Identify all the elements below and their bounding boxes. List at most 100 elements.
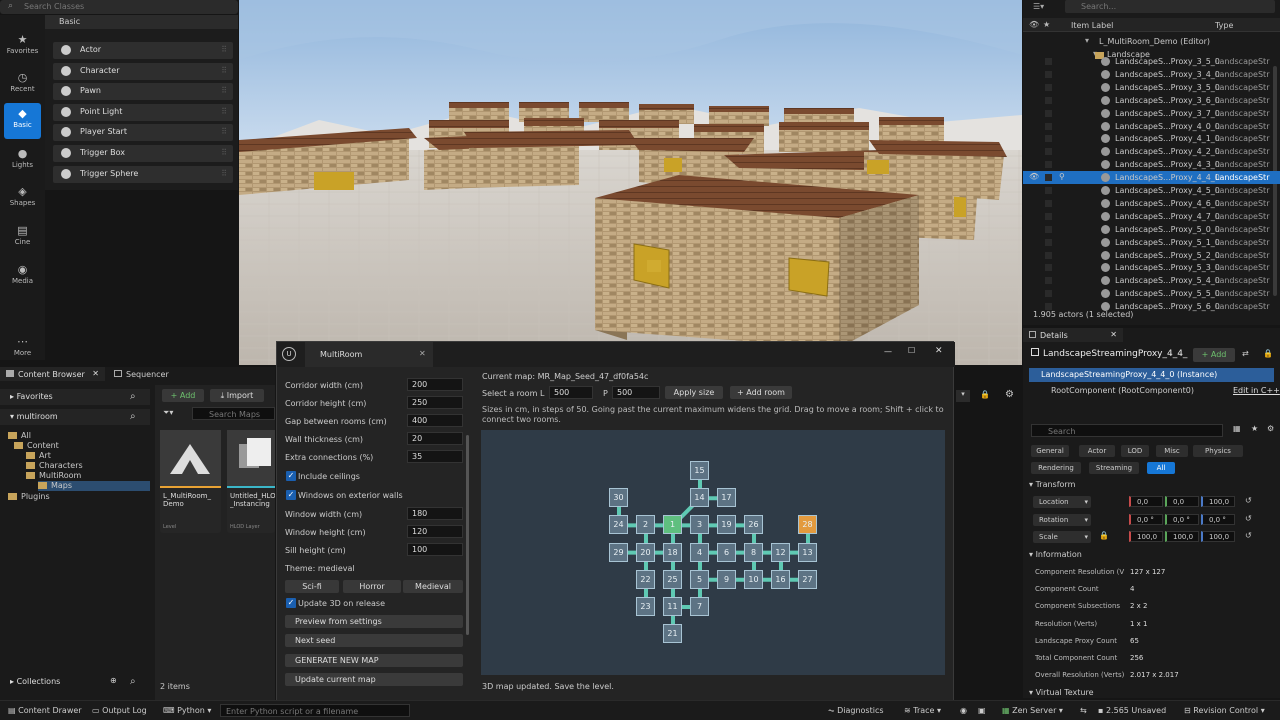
folder-plugins[interactable]: Plugins [8,492,150,502]
drag-handle-icon[interactable]: ⠿ [221,86,227,95]
room-map-canvas[interactable]: 15 30 14 17 24 2 1 3 19 26 28 29 20 18 4 6 8 12 13 22 25 5 9 10… [481,430,945,675]
filter-actor[interactable]: Actor [1079,445,1115,457]
transform-scale-y[interactable]: 100,0 [1165,531,1199,542]
setting-input[interactable]: 35 [407,450,463,463]
transform-scale-x[interactable]: 100,0 [1129,531,1163,542]
room-node[interactable]: 2 [636,515,655,535]
folder-multiroom[interactable]: MultiRoom [26,471,150,481]
transform-rotation-x[interactable]: 0,0 ° [1129,513,1163,525]
outliner-row[interactable]: 👁 ⚲ LandscapeS...Proxy_4_4_0 LandscapeStr [1023,171,1280,185]
outliner-row[interactable]: LandscapeS...Proxy_3_6_0 LandscapeStr [1023,94,1280,107]
room-width-input[interactable]: 500 [612,386,660,399]
content-drawer-button[interactable]: ▤ Content Drawer [8,706,82,715]
update-current-map-button[interactable]: Update current map [285,673,463,686]
checkbox-icon[interactable] [1045,135,1052,143]
col-type[interactable]: Type [1215,21,1233,30]
room-node[interactable]: 24 [609,515,628,535]
outliner-row[interactable]: LandscapeS...Proxy_3_4_0 LandscapeStr [1023,68,1280,81]
checkbox-icon[interactable] [1045,70,1052,78]
room-node[interactable]: 29 [609,542,628,562]
add-room-button[interactable]: + Add room [730,386,792,399]
room-node[interactable]: 21 [663,624,682,644]
outliner-row[interactable]: LandscapeS...Proxy_4_6_0 LandscapeStr [1023,197,1280,210]
setting-input[interactable]: 250 [407,396,463,409]
outliner-row[interactable]: LandscapeS...Proxy_5_2_0 LandscapeStr [1023,249,1280,262]
room-node[interactable]: 1 [663,515,682,535]
room-length-input[interactable]: 500 [549,386,593,399]
lock-icon[interactable]: 🔒 [1099,531,1109,540]
asset-tile-hlod[interactable]: Untitled_HLO _Instancing HLOD Layer [227,430,275,533]
preview-from-settings-button[interactable]: Preview from settings [285,615,463,628]
setting-input[interactable]: 120 [407,525,463,538]
dropdown-icon[interactable]: ▾ [956,390,970,402]
outliner-row[interactable]: LandscapeS...Proxy_3_5_0 LandscapeStr [1023,55,1280,68]
room-node[interactable]: 17 [717,488,736,508]
class-search-input[interactable]: Search Classes [0,0,238,14]
outliner-root[interactable]: ▾ L_MultiRoom_Demo (Editor) [1023,35,1280,48]
checkbox-icon[interactable] [1045,290,1052,298]
add-component-button[interactable]: + Add [1193,348,1235,362]
blueprint-icon[interactable]: ⇄ [1242,349,1249,358]
folder-art[interactable]: Art [26,451,150,461]
filter-misc[interactable]: Misc [1156,445,1188,457]
class-item-actor[interactable]: Actor ⠿ [53,42,233,59]
lock-icon[interactable]: 🔒 [1263,349,1273,358]
checkbox-icon[interactable] [1045,161,1052,169]
edit-cpp-link[interactable]: Edit in C++ [1233,386,1280,395]
room-node[interactable]: 10 [744,569,763,589]
outliner-row[interactable]: LandscapeS...Proxy_5_5_0 LandscapeStr [1023,287,1280,300]
folder-characters[interactable]: Characters [26,461,150,471]
record-icon[interactable]: ◉ [960,706,967,715]
settings-scrollbar[interactable] [466,435,469,635]
checkbox-icon[interactable] [1045,96,1052,104]
checkbox-icon[interactable] [1045,212,1052,220]
include-ceilings-checkbox[interactable]: ✓ [286,471,296,481]
nav-cine[interactable]: ▤ Cine [4,220,41,256]
transform-location-dropdown[interactable]: Location ▾ [1033,496,1091,508]
drag-handle-icon[interactable]: ⠿ [221,107,227,116]
folder-all[interactable]: All [8,431,150,441]
tab-sequencer[interactable]: Sequencer [108,367,178,381]
outliner-row[interactable]: LandscapeS...Proxy_4_7_0 LandscapeStr [1023,210,1280,223]
theme-sci-fi-button[interactable]: Sci-fi [285,580,339,593]
class-item-point-light[interactable]: Point Light ⠿ [53,103,233,121]
class-item-trigger-box[interactable]: Trigger Box ⠿ [53,145,233,162]
class-item-pawn[interactable]: Pawn ⠿ [53,83,233,101]
class-item-trigger-sphere[interactable]: Trigger Sphere ⠿ [53,165,233,183]
checkbox-icon[interactable] [1045,174,1052,182]
filter-all[interactable]: All [1147,462,1175,474]
checkbox-icon[interactable] [1045,187,1052,194]
theme-horror-button[interactable]: Horror [343,580,401,593]
room-node[interactable]: 30 [609,488,628,508]
filter-streaming[interactable]: Streaming [1089,462,1139,474]
transform-rotation-dropdown[interactable]: Rotation ▾ [1033,513,1091,526]
outliner-row[interactable]: LandscapeS...Proxy_5_4_0 LandscapeStr [1023,274,1280,287]
outliner-row[interactable]: LandscapeS...Proxy_4_2_0 LandscapeStr [1023,145,1280,158]
room-node[interactable]: 23 [636,597,655,616]
outliner-row[interactable]: LandscapeS...Proxy_5_0_0 LandscapeStr [1023,223,1280,236]
close-tab-icon[interactable]: ✕ [419,349,426,358]
transform-rotation-z[interactable]: 0,0 ° [1201,513,1235,525]
drag-handle-icon[interactable]: ⠿ [221,127,227,136]
setting-input[interactable]: 20 [407,432,463,445]
tab-details[interactable]: Details ✕ [1023,328,1123,342]
room-node[interactable]: 20 [636,542,655,562]
cmd-input[interactable]: Enter Python script or a filename [220,704,410,717]
section-virtual-texture[interactable]: ▾ Virtual Texture [1029,688,1094,697]
section-information[interactable]: ▾ Information [1029,550,1274,559]
room-node[interactable]: 8 [744,542,763,562]
transform-location-x[interactable]: 0,0 [1129,496,1163,507]
room-node[interactable]: 19 [717,515,736,535]
revision-control-button[interactable]: ⊟ Revision Control ▾ [1184,706,1265,715]
room-node[interactable]: 22 [636,569,655,589]
tab-content-browser[interactable]: Content Browser ✕ [0,367,105,381]
dialog-titlebar[interactable]: U MultiRoom ✕ — ☐ ✕ [277,342,955,367]
gear-icon[interactable]: ⚙ [1005,389,1014,400]
room-node[interactable]: 5 [690,569,709,589]
room-node[interactable]: 11 [663,597,682,616]
setting-input[interactable]: 400 [407,414,463,427]
outliner-row[interactable]: LandscapeS...Proxy_5_1_0 LandscapeStr [1023,236,1280,249]
table-icon[interactable]: ▦ [1233,424,1241,433]
filter-general[interactable]: General [1031,445,1069,457]
checkbox-icon[interactable] [1045,199,1052,207]
